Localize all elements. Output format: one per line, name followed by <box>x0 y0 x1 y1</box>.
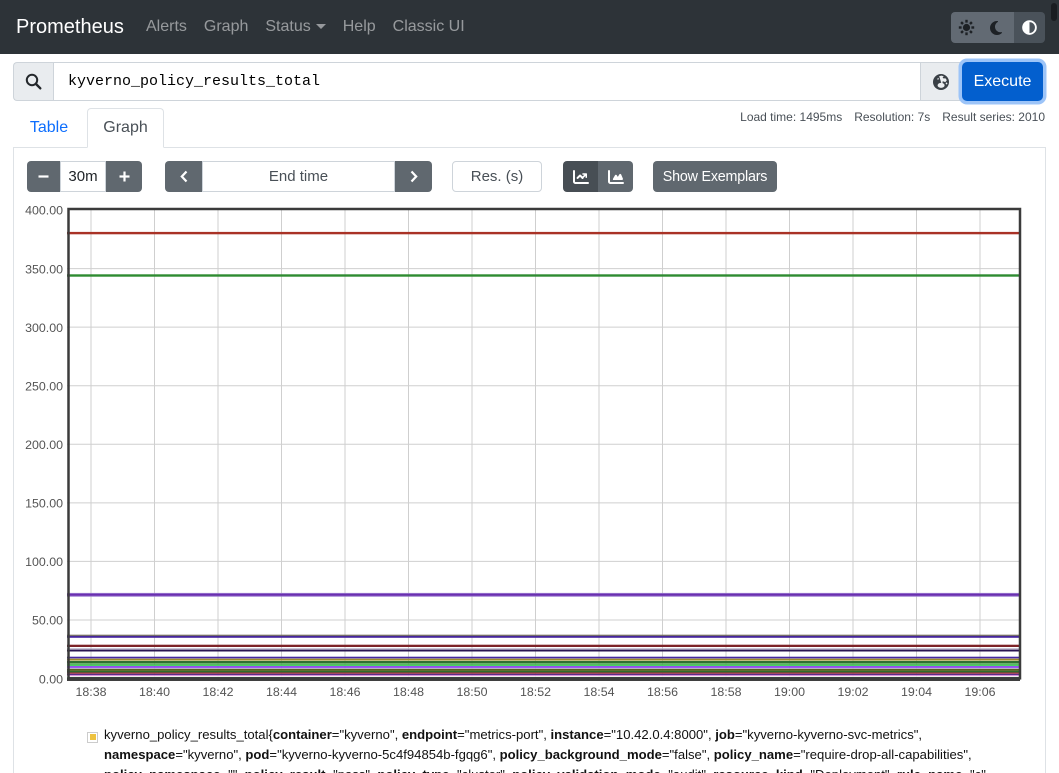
svg-text:350.00: 350.00 <box>25 262 63 276</box>
svg-text:18:56: 18:56 <box>647 685 678 699</box>
svg-text:150.00: 150.00 <box>25 497 63 511</box>
svg-text:100.00: 100.00 <box>25 555 63 569</box>
svg-text:19:04: 19:04 <box>901 685 932 699</box>
svg-text:18:58: 18:58 <box>710 685 741 699</box>
svg-text:18:52: 18:52 <box>520 685 551 699</box>
svg-text:19:02: 19:02 <box>837 685 868 699</box>
svg-text:18:38: 18:38 <box>75 685 106 699</box>
svg-text:250.00: 250.00 <box>25 379 63 393</box>
svg-text:19:06: 19:06 <box>964 685 995 699</box>
svg-text:18:50: 18:50 <box>456 685 487 699</box>
svg-text:50.00: 50.00 <box>32 614 63 628</box>
svg-text:18:40: 18:40 <box>139 685 170 699</box>
svg-text:200.00: 200.00 <box>25 438 63 452</box>
svg-text:18:42: 18:42 <box>202 685 233 699</box>
svg-text:300.00: 300.00 <box>25 321 63 335</box>
svg-text:0.00: 0.00 <box>39 672 63 686</box>
svg-text:18:46: 18:46 <box>329 685 360 699</box>
svg-text:18:44: 18:44 <box>266 685 297 699</box>
svg-text:19:00: 19:00 <box>774 685 805 699</box>
svg-text:18:48: 18:48 <box>393 685 424 699</box>
svg-text:18:54: 18:54 <box>583 685 614 699</box>
svg-text:400.00: 400.00 <box>25 204 63 218</box>
